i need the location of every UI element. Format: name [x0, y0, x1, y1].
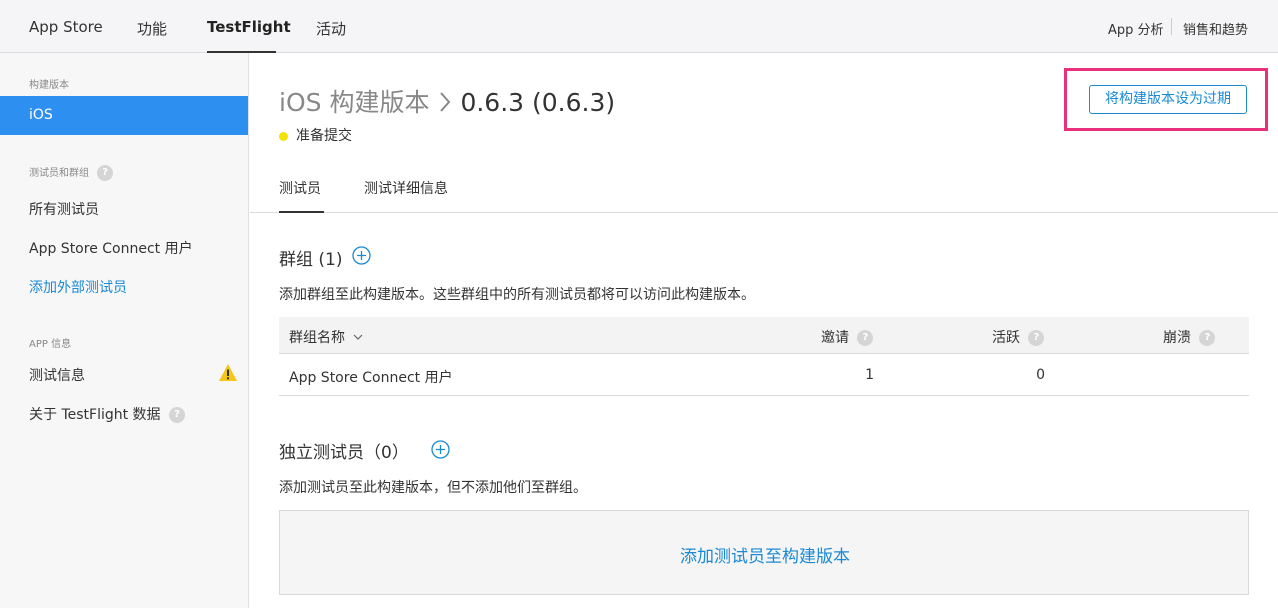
- sidebar-section-builds: 构建版本: [29, 80, 69, 91]
- question-icon[interactable]: ?: [1028, 330, 1045, 346]
- tabs: 测试员 测试详细信息: [250, 165, 1278, 213]
- tab-test-details[interactable]: 测试详细信息: [364, 178, 448, 198]
- column-header-invites: 邀请 ?: [821, 327, 874, 347]
- breadcrumb-version: 0.6.3 (0.6.3): [460, 88, 616, 117]
- build-status: 准备提交: [279, 125, 352, 145]
- nav-testflight[interactable]: TestFlight: [207, 18, 291, 36]
- sidebar-item-ios[interactable]: iOS: [0, 96, 248, 135]
- table-row[interactable]: App Store Connect 用户 1 0: [279, 354, 1249, 396]
- status-label: 准备提交: [296, 128, 352, 144]
- nav-divider: [1171, 18, 1172, 35]
- sidebar-item-all-testers[interactable]: 所有测试员: [29, 199, 99, 219]
- add-testers-label: 添加测试员至构建版本: [680, 547, 850, 567]
- cell-group-name[interactable]: App Store Connect 用户: [289, 367, 453, 387]
- nav-activity[interactable]: 活动: [316, 18, 346, 39]
- individual-testers-title: 独立测试员（0）: [279, 443, 409, 463]
- column-label: 崩溃: [1163, 330, 1191, 346]
- question-icon[interactable]: ?: [1199, 330, 1216, 346]
- chevron-right-icon: [440, 92, 451, 112]
- column-label: 活跃: [992, 330, 1020, 346]
- nav-features[interactable]: 功能: [137, 18, 167, 39]
- plus-circle-icon[interactable]: [352, 246, 371, 265]
- sidebar-item-test-info[interactable]: 测试信息: [29, 365, 85, 385]
- nav-app-store[interactable]: App Store: [29, 18, 103, 36]
- question-icon[interactable]: ?: [97, 165, 114, 181]
- sidebar-section-testers: 测试员和群组 ?: [29, 164, 114, 181]
- question-icon[interactable]: ?: [169, 407, 186, 423]
- sidebar: 构建版本 iOS 测试员和群组 ? 所有测试员 App Store Connec…: [0, 53, 249, 608]
- sidebar-item-asc-users[interactable]: App Store Connect 用户: [29, 238, 193, 258]
- breadcrumb-platform[interactable]: iOS 构建版本: [279, 88, 429, 117]
- sidebar-item-label: iOS: [29, 107, 53, 123]
- sidebar-item-label: 关于 TestFlight 数据: [29, 407, 161, 423]
- cell-invites: 1: [865, 367, 874, 383]
- column-header-active: 活跃 ?: [992, 327, 1045, 347]
- column-label: 邀请: [821, 330, 849, 346]
- active-tab-indicator: [279, 211, 324, 213]
- status-dot: [279, 131, 288, 141]
- sidebar-section-app-info: APP 信息: [29, 339, 72, 350]
- plus-circle-icon[interactable]: [431, 440, 450, 459]
- groups-description: 添加群组至此构建版本。这些群组中的所有测试员都将可以访问此构建版本。: [279, 287, 755, 303]
- individual-testers-description: 添加测试员至此构建版本，但不添加他们至群组。: [279, 480, 587, 496]
- tab-testers[interactable]: 测试员: [279, 178, 321, 198]
- app-analytics-link[interactable]: App 分析: [1108, 19, 1164, 38]
- groups-table: 群组名称 邀请 ? 活跃 ? 崩溃 ? App Store Connect 用户…: [279, 317, 1249, 396]
- column-header-group-name[interactable]: 群组名称: [289, 327, 363, 347]
- expire-build-button[interactable]: 将构建版本设为过期: [1089, 85, 1247, 114]
- top-nav: App Store 功能 TestFlight 活动 App 分析 销售和趋势: [0, 0, 1278, 53]
- cell-active: 0: [1036, 367, 1045, 383]
- sidebar-item-add-external[interactable]: 添加外部测试员: [29, 277, 127, 297]
- table-header: 群组名称 邀请 ? 活跃 ? 崩溃 ?: [279, 317, 1249, 354]
- chevron-down-icon: [354, 334, 363, 340]
- warning-icon: [219, 364, 237, 381]
- column-header-crashes: 崩溃 ?: [1163, 327, 1216, 347]
- sidebar-item-about-testflight[interactable]: 关于 TestFlight 数据 ?: [29, 404, 186, 424]
- column-label: 群组名称: [289, 330, 345, 346]
- add-testers-button[interactable]: 添加测试员至构建版本: [279, 510, 1249, 595]
- sales-trends-link[interactable]: 销售和趋势: [1183, 19, 1248, 38]
- main-content: iOS 构建版本 0.6.3 (0.6.3) 准备提交 将构建版本设为过期 测试员…: [250, 53, 1278, 608]
- breadcrumb: iOS 构建版本 0.6.3 (0.6.3): [279, 83, 615, 119]
- groups-title: 群组 (1): [279, 250, 343, 270]
- sidebar-section-label: 测试员和群组: [29, 168, 89, 179]
- question-icon[interactable]: ?: [857, 330, 874, 346]
